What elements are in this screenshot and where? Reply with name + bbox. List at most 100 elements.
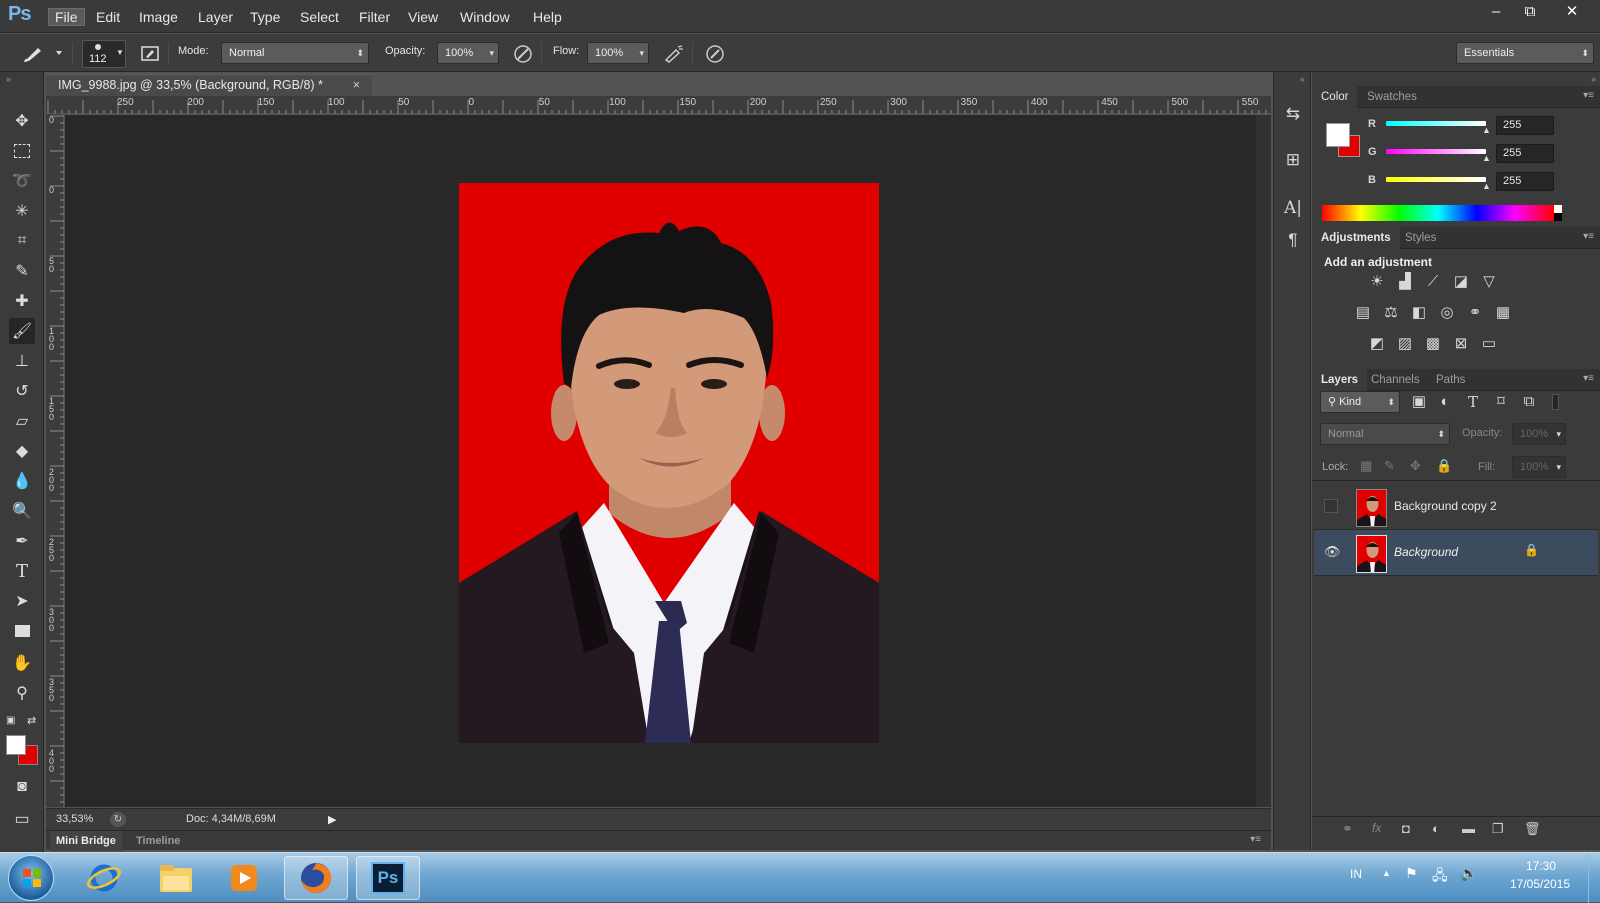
black-swatch[interactable]: [1554, 213, 1562, 221]
expand-icon[interactable]: «: [1300, 74, 1305, 84]
r-slider[interactable]: [1386, 121, 1486, 126]
gradient-map-icon[interactable]: ▭: [1478, 333, 1500, 355]
tab-mini-bridge[interactable]: Mini Bridge: [50, 831, 122, 851]
menu-view[interactable]: View: [402, 8, 444, 26]
layer-row-selected[interactable]: 👁 Background 🔒: [1314, 530, 1598, 576]
action-center-flag-icon[interactable]: ⚑: [1405, 865, 1418, 882]
tab-layers[interactable]: Layers: [1312, 369, 1368, 391]
pen-tool[interactable]: ✒: [9, 528, 35, 554]
workspace-dropdown[interactable]: Essentials ⬍: [1456, 42, 1594, 64]
layer-name[interactable]: Background copy 2: [1394, 499, 1497, 513]
tab-channels[interactable]: Channels: [1362, 369, 1429, 391]
slider-handle-icon[interactable]: ▲: [1482, 125, 1491, 135]
menu-image[interactable]: Image: [133, 8, 184, 26]
taskbar-firefox-button[interactable]: [284, 856, 348, 900]
color-spectrum-bar[interactable]: [1322, 205, 1554, 221]
r-value[interactable]: 255: [1496, 116, 1554, 135]
filter-smart-object-icon[interactable]: ⧉: [1518, 391, 1540, 413]
start-button[interactable]: [8, 855, 54, 901]
path-selection-tool[interactable]: ➤: [9, 588, 35, 614]
fx-icon[interactable]: fx: [1372, 821, 1381, 835]
slider-handle-icon[interactable]: ▲: [1482, 181, 1491, 191]
healing-brush-tool[interactable]: ✚: [9, 288, 35, 314]
marquee-tool[interactable]: [9, 138, 35, 164]
vertical-scrollbar[interactable]: [1256, 115, 1271, 807]
eraser-tool[interactable]: ▱: [9, 408, 35, 434]
filter-type-icon[interactable]: T: [1462, 391, 1484, 413]
tab-timeline[interactable]: Timeline: [130, 831, 186, 851]
screen-mode-button[interactable]: ▭: [9, 806, 35, 832]
show-desktop-button[interactable]: [1588, 853, 1600, 903]
threshold-icon[interactable]: ▩: [1422, 333, 1444, 355]
quick-mask-button[interactable]: ◙: [9, 774, 35, 800]
default-colors-icon[interactable]: ▣: [6, 715, 15, 726]
menu-filter[interactable]: Filter: [353, 8, 396, 26]
brush-panel-toggle[interactable]: [140, 43, 160, 63]
airbrush-button[interactable]: [662, 43, 684, 65]
invert-icon[interactable]: ◩: [1366, 333, 1388, 355]
lock-transparent-icon[interactable]: ▦: [1360, 458, 1372, 474]
magic-wand-tool[interactable]: ✳: [9, 198, 35, 224]
tab-color[interactable]: Color: [1312, 86, 1358, 108]
blend-mode-dropdown[interactable]: Normal ⬍: [1320, 423, 1450, 445]
panel-menu-icon[interactable]: ▾≡: [1250, 834, 1261, 845]
b-value[interactable]: 255: [1496, 172, 1554, 191]
lock-pixels-icon[interactable]: ✎: [1384, 458, 1395, 474]
crop-tool[interactable]: ⌗: [9, 228, 35, 254]
rectangle-tool[interactable]: [9, 618, 35, 644]
blur-tool[interactable]: 💧: [9, 468, 35, 494]
new-adjustment-icon[interactable]: ◐: [1432, 821, 1440, 836]
zoom-tool[interactable]: ⚲: [9, 680, 35, 706]
lock-position-icon[interactable]: ✥: [1410, 458, 1421, 474]
lock-all-icon[interactable]: 🔒: [1436, 458, 1452, 474]
foreground-color-swatch[interactable]: [1326, 123, 1350, 147]
close-tab-icon[interactable]: ×: [353, 75, 360, 95]
paint-bucket-tool[interactable]: ◆: [9, 438, 35, 464]
white-swatch[interactable]: [1554, 205, 1562, 213]
b-slider[interactable]: [1386, 177, 1486, 182]
curves-icon[interactable]: ⟋: [1422, 271, 1444, 293]
type-tool[interactable]: T: [9, 558, 35, 584]
selective-color-icon[interactable]: ⊠: [1450, 333, 1472, 355]
menu-type[interactable]: Type: [244, 8, 286, 26]
g-value[interactable]: 255: [1496, 144, 1554, 163]
collapse-dock-icon[interactable]: »: [1591, 74, 1596, 84]
filter-pixel-icon[interactable]: ▣: [1408, 391, 1430, 413]
taskbar-ie-button[interactable]: [72, 856, 136, 900]
volume-icon[interactable]: 🔈: [1460, 865, 1477, 882]
pressure-size-button[interactable]: [704, 43, 726, 65]
properties-icon[interactable]: ⊞: [1283, 150, 1303, 170]
panel-menu-icon[interactable]: ▾≡: [1583, 231, 1594, 242]
menu-window[interactable]: Window: [454, 8, 516, 26]
brush-tool[interactable]: 🖌: [9, 318, 35, 344]
brightness-icon[interactable]: ☀: [1366, 271, 1388, 293]
opacity-input[interactable]: 100% ▾: [437, 42, 499, 64]
menu-select[interactable]: Select: [294, 8, 345, 26]
network-icon[interactable]: 🖧: [1432, 865, 1448, 889]
black-white-icon[interactable]: ◧: [1408, 302, 1430, 324]
link-layers-icon[interactable]: ⚭: [1342, 821, 1353, 837]
exposure-icon[interactable]: ◪: [1450, 271, 1472, 293]
tab-paths[interactable]: Paths: [1427, 369, 1474, 391]
menu-edit[interactable]: Edit: [90, 8, 126, 26]
taskbar-explorer-button[interactable]: [144, 856, 208, 900]
tab-adjustments[interactable]: Adjustments: [1312, 227, 1400, 249]
history-icon[interactable]: ⇆: [1283, 104, 1303, 124]
dodge-tool[interactable]: 🔍: [9, 498, 35, 524]
history-brush-tool[interactable]: ↺: [9, 378, 35, 404]
panel-menu-icon[interactable]: ▾≡: [1583, 373, 1594, 384]
tab-styles[interactable]: Styles: [1396, 227, 1445, 249]
vibrance-icon[interactable]: ▽: [1478, 271, 1500, 293]
close-window-button[interactable]: ✕: [1556, 2, 1588, 22]
menu-help[interactable]: Help: [527, 8, 568, 26]
tab-swatches[interactable]: Swatches: [1358, 86, 1426, 108]
g-slider[interactable]: [1386, 149, 1486, 154]
levels-icon[interactable]: ▟: [1394, 271, 1416, 293]
clock-time[interactable]: 17:30: [1510, 859, 1572, 873]
layer-row[interactable]: Background copy 2: [1314, 484, 1598, 530]
filter-shape-icon[interactable]: ⌑: [1490, 391, 1512, 413]
paragraph-icon[interactable]: ¶: [1283, 230, 1303, 250]
mode-dropdown[interactable]: Normal ⬍: [221, 42, 369, 64]
panel-menu-icon[interactable]: ▾≡: [1583, 90, 1594, 101]
pressure-opacity-button[interactable]: [512, 43, 534, 65]
